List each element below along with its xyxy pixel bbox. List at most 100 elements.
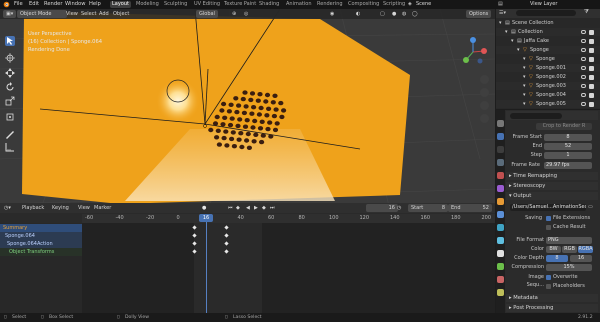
rotate-tool-icon[interactable] <box>5 82 15 92</box>
mode-selector[interactable]: Object Mode <box>17 10 67 18</box>
move-tool-icon[interactable] <box>5 68 15 78</box>
filter-icon[interactable]: ⧩ <box>584 9 589 16</box>
options-button[interactable]: Options <box>466 10 492 18</box>
end-frame-field[interactable]: End 52 <box>448 204 492 212</box>
menu-playback[interactable]: Playback <box>22 204 44 212</box>
visibility-eye-icon[interactable] <box>581 66 586 70</box>
overlay-icon[interactable]: ◐ <box>356 10 360 18</box>
outliner-row[interactable]: ▾ ▤ Collection <box>496 28 600 36</box>
menu-view[interactable]: View <box>66 10 78 18</box>
preview-range-icon[interactable]: ◷ <box>397 204 401 212</box>
outliner-row[interactable]: ▾ ▽ Sponge.004 <box>496 91 600 99</box>
color-depth-16-button[interactable]: 16 <box>570 254 592 262</box>
scene-selector[interactable]: Scene <box>416 1 431 8</box>
current-frame-field[interactable]: 16 <box>366 204 398 212</box>
tab-scripting[interactable]: Scripting <box>381 1 407 8</box>
menu-add[interactable]: Add <box>99 10 109 18</box>
visibility-icon[interactable]: ◉ <box>330 10 334 18</box>
record-icon[interactable]: ● <box>202 204 206 212</box>
output-panel[interactable]: ▾ Output <box>506 192 598 200</box>
output-tab-icon[interactable] <box>497 146 504 153</box>
timeline-ruler[interactable] <box>82 214 495 223</box>
frame-rate-dropdown[interactable]: 29.97 fps <box>544 161 592 169</box>
measure-tool-icon[interactable] <box>5 142 15 152</box>
tab-modeling[interactable]: Modeling <box>134 1 161 8</box>
menu-file[interactable]: File <box>14 1 23 8</box>
expand-arrow-icon[interactable]: ▾ <box>505 28 508 36</box>
shading-rendered-icon[interactable]: ◯ <box>412 10 418 18</box>
prev-keyframe-icon[interactable]: ◆ <box>236 204 240 212</box>
exclude-checkbox[interactable] <box>589 92 594 98</box>
cursor-tool-icon[interactable] <box>5 53 15 63</box>
playhead-line[interactable] <box>206 215 207 313</box>
xray-icon[interactable]: ▢ <box>380 10 385 18</box>
zoom-icon[interactable] <box>480 75 489 84</box>
constraints-tab-icon[interactable] <box>497 250 504 257</box>
metadata-panel[interactable]: ▸ Metadata <box>506 294 598 302</box>
tab-animation[interactable]: Animation <box>284 1 314 8</box>
placeholders-checkbox[interactable] <box>546 283 551 289</box>
visibility-eye-icon[interactable] <box>581 30 586 34</box>
perspective-toggle-icon[interactable] <box>480 114 489 123</box>
view-layer-icon[interactable]: ▤ <box>498 1 504 8</box>
menu-window[interactable]: Window <box>65 1 85 8</box>
modifier-tab-icon[interactable] <box>497 211 504 218</box>
outliner-editor-icon[interactable]: ☰▾ <box>499 10 506 16</box>
outliner-row[interactable]: ▾ ▽ Sponge.003 <box>496 82 600 90</box>
timeline-channel[interactable]: Sponge.064 <box>0 232 82 240</box>
outliner-row[interactable]: ▾ ▤ Jaffa Cake <box>496 37 600 45</box>
color-rgba-button[interactable]: RGBA <box>578 245 593 253</box>
tab-sculpting[interactable]: Sculpting <box>162 1 189 8</box>
transform-tool-icon[interactable] <box>5 112 15 122</box>
world-tab-icon[interactable] <box>497 185 504 192</box>
crop-to-render-checkbox[interactable]: Crop to Render R <box>536 123 592 130</box>
exclude-checkbox[interactable] <box>589 65 594 71</box>
timeline-editor-icon[interactable]: ◷▾ <box>4 204 11 212</box>
tab-layout[interactable]: Layout <box>110 1 131 8</box>
next-keyframe-icon[interactable]: ◆ <box>262 204 266 212</box>
proportional-edit-icon[interactable]: ◎ <box>244 10 248 18</box>
exclude-checkbox[interactable] <box>589 74 594 80</box>
exclude-checkbox[interactable] <box>589 83 594 89</box>
outliner-search-input[interactable] <box>516 10 576 16</box>
menu-object[interactable]: Object <box>113 10 129 18</box>
cache-result-checkbox[interactable] <box>546 224 551 230</box>
menu-keying[interactable]: Keying <box>52 204 69 212</box>
expand-arrow-icon[interactable]: ▾ <box>511 37 514 45</box>
jump-end-icon[interactable]: ⏭ <box>270 204 275 212</box>
shading-solid-icon[interactable]: ● <box>392 10 396 18</box>
snap-icon[interactable]: ⊕ <box>232 10 236 18</box>
frame-step-field[interactable]: 1 <box>544 151 592 159</box>
view-layer-selector[interactable]: View Layer <box>530 1 557 8</box>
visibility-eye-icon[interactable] <box>581 48 586 52</box>
folder-icon[interactable]: ▭ <box>588 204 593 210</box>
visibility-eye-icon[interactable] <box>581 75 586 79</box>
outliner-row[interactable]: ▾ ▽ Sponge <box>496 46 600 54</box>
view-layer-tab-icon[interactable] <box>497 159 504 166</box>
expand-arrow-icon[interactable]: ▾ <box>517 46 520 54</box>
expand-arrow-icon[interactable]: ▾ <box>523 64 526 72</box>
tab-rendering[interactable]: Rendering <box>315 1 345 8</box>
annotate-tool-icon[interactable] <box>5 129 15 139</box>
outliner-row[interactable]: ▾ ▽ Sponge.002 <box>496 73 600 81</box>
exclude-checkbox[interactable] <box>589 101 594 107</box>
tab-texture-paint[interactable]: Texture Paint <box>222 1 258 8</box>
exclude-checkbox[interactable] <box>589 29 594 35</box>
exclude-checkbox[interactable] <box>589 38 594 44</box>
outliner-row[interactable]: ▾ ▽ Sponge.001 <box>496 64 600 72</box>
tab-uv-editing[interactable]: UV Editing <box>192 1 222 8</box>
file-format-dropdown[interactable]: PNG <box>546 236 592 244</box>
tool-tab-icon[interactable] <box>497 120 504 127</box>
menu-select[interactable]: Select <box>81 10 96 18</box>
shading-material-icon[interactable]: ◍ <box>402 10 406 18</box>
tab-compositing[interactable]: Compositing <box>346 1 381 8</box>
start-frame-field[interactable]: Start 8 <box>408 204 448 212</box>
expand-arrow-icon[interactable]: ▾ <box>499 19 502 27</box>
scene-icon[interactable]: ◈ <box>408 1 414 8</box>
pan-icon[interactable] <box>480 88 489 97</box>
scene-tab-icon[interactable] <box>497 172 504 179</box>
properties-search-input[interactable] <box>510 112 562 119</box>
time-remapping-panel[interactable]: ▸ Time Remapping <box>506 172 598 180</box>
camera-view-icon[interactable] <box>480 101 489 110</box>
visibility-eye-icon[interactable] <box>581 84 586 88</box>
